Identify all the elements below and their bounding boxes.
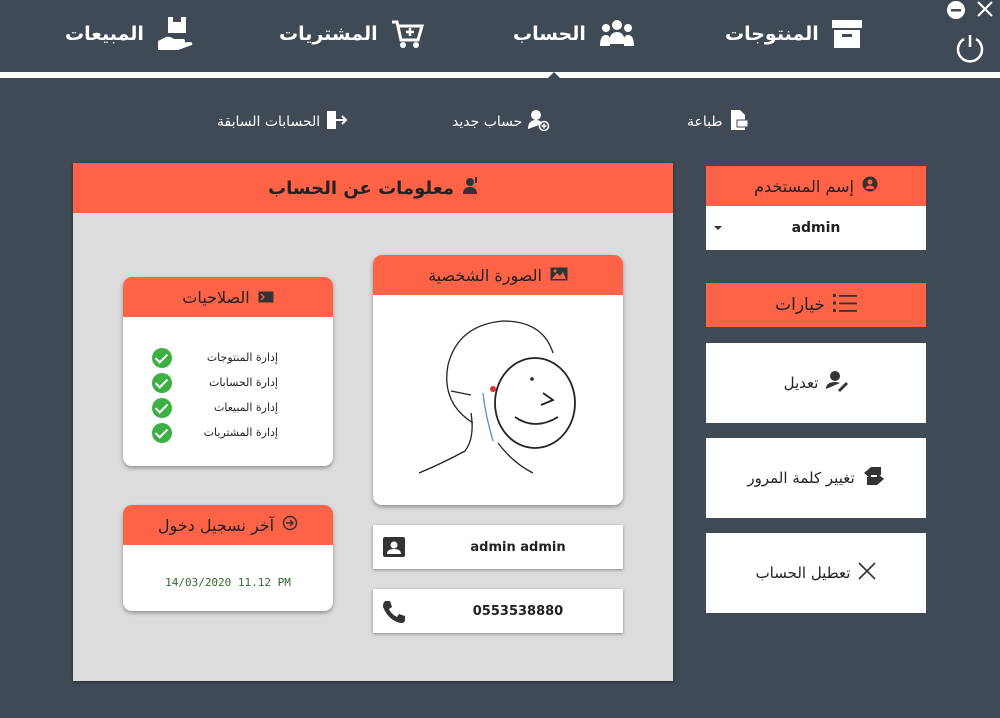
active-tab-caret [548,72,560,78]
phone-field: 0553538880 [373,589,623,633]
nav-account-label: الحساب [513,23,586,45]
profile-photo-card: الصورة الشخصية [373,255,623,505]
nav-purchases[interactable]: المشتريات [279,14,424,54]
check-circle-icon [152,348,172,368]
options-label: خيارات [775,295,825,315]
new-account-button[interactable]: حساب جديد [452,110,550,134]
nav-purchases-label: المشتريات [279,23,378,45]
exchange-icon [863,465,885,491]
nav-products[interactable]: المنتوجات [725,14,863,54]
last-login-header: آخر نسجيل دخول [123,505,333,545]
permission-row: إدارة الحسابات [123,373,303,395]
disable-account-button[interactable]: تعطيل الحساب [706,533,926,613]
profile-photo-header: الصورة الشخصية [373,255,623,295]
cart-icon [390,18,424,50]
nav-separator [0,72,1000,78]
permission-row: إدارة المبيعات [123,398,303,420]
nav-sales-label: المبيعات [65,23,144,45]
permissions-card: الصلاحيات إدارة المنتوجات إدارة الحسابات… [123,277,333,466]
permission-label: إدارة الحسابات [208,376,278,389]
account-info-panel: معلومات عن الحساب الصورة الشخصية الصلاحي… [73,163,673,681]
profile-photo [413,313,583,481]
minimize-button[interactable] [946,0,966,20]
permission-label: إدارة المنتوجات [206,351,278,364]
print-file-icon [729,109,749,135]
user-circle-icon [862,176,878,196]
close-button[interactable] [976,0,994,18]
image-icon [550,266,568,285]
username-select[interactable]: admin [706,206,926,250]
nav-account[interactable]: الحساب [513,14,636,54]
previous-accounts-button[interactable]: الحسابات السابقة [217,110,348,134]
change-password-label: تغيير كلمة المرور [747,469,855,487]
full-name-field: admin admin [373,525,623,569]
account-info-title: معلومات عن الحساب [267,177,455,199]
last-login-title: آخر نسجيل دخول [157,515,275,535]
permissions-title: الصلاحيات [182,287,250,307]
users-group-icon [598,18,636,50]
user-edit-icon [826,370,849,396]
phone-icon [381,599,407,629]
last-login-card: آخر نسجيل دخول 14/03/2020 11.12 PM [123,505,333,611]
check-circle-icon [152,398,172,418]
permission-row: إدارة المنتوجات [123,348,303,370]
minimize-icon [947,1,965,19]
top-nav-bar: المنتوجات الحساب المشتريات المبيعات [0,0,1000,72]
terminal-icon [258,288,274,307]
new-account-label: حساب جديد [452,114,523,130]
nav-products-label: المنتوجات [725,23,819,45]
permission-label: إدارة المشتريات [203,426,278,439]
edit-button[interactable]: تعديل [706,343,926,423]
profile-photo-title: الصورة الشخصية [428,265,542,285]
username-label: إسم المستخدم [754,176,854,196]
list-icon [832,293,857,318]
disable-account-label: تعطيل الحساب [755,564,851,582]
print-button[interactable]: طباعة [687,110,749,134]
options-header: خيارات [706,283,926,327]
change-password-button[interactable]: تغيير كلمة المرور [706,438,926,518]
print-label: طباعة [687,114,723,130]
permission-row: إدارة المشتريات [123,423,303,445]
full-name-value: admin admin [470,539,566,555]
login-arrow-icon [282,515,298,535]
sign-out-icon [326,110,348,134]
hand-box-icon [156,15,194,53]
last-login-value: 14/03/2020 11.12 PM [165,576,291,589]
x-mark-icon [858,562,877,584]
previous-accounts-label: الحسابات السابقة [217,114,321,130]
permission-label: إدارة المبيعات [213,401,278,414]
username-value: admin [791,220,841,236]
power-button[interactable] [954,32,986,64]
phone-value: 0553538880 [472,603,564,619]
add-user-icon [528,109,550,135]
user-info-icon [462,176,478,200]
check-circle-icon [152,373,172,393]
close-icon [977,1,993,17]
power-icon [956,35,984,63]
archive-box-icon [831,19,863,49]
check-circle-icon [152,423,172,443]
username-header: إسم المستخدم [706,166,926,206]
edit-label: تعديل [783,374,819,392]
contact-card-icon [383,537,405,561]
permissions-header: الصلاحيات [123,277,333,317]
nav-sales[interactable]: المبيعات [65,14,194,54]
account-info-header: معلومات عن الحساب [73,163,673,213]
